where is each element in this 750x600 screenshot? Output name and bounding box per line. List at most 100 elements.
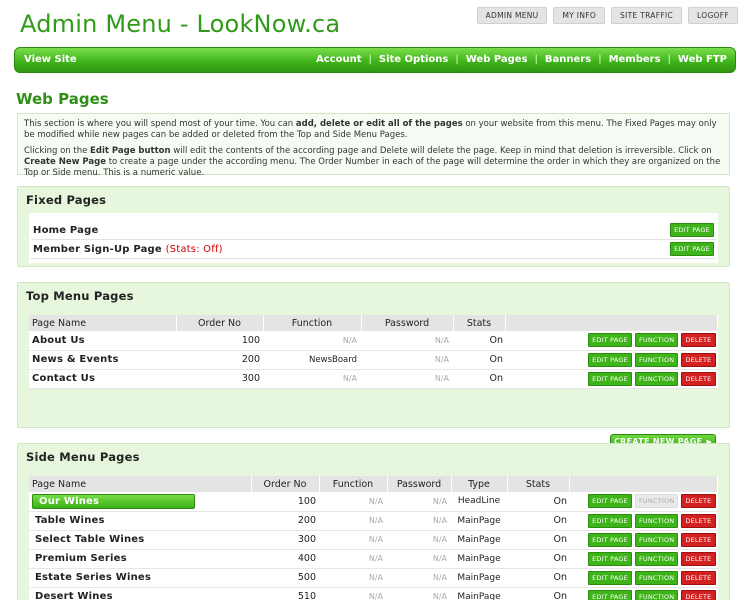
type-value: MainPage [451,568,507,588]
nav-members[interactable]: Members [609,54,661,65]
nav-web-pages[interactable]: Web Pages [466,54,528,65]
edit-page-button[interactable]: EDIT PAGE [670,242,714,256]
list-item: Home Page EDIT PAGE [31,221,716,240]
password-value: N/A [387,530,451,550]
fixed-pages-list: Home Page EDIT PAGE Member Sign-Up Page … [29,213,718,263]
table-row: Contact Us 300 N/A N/A On EDIT PAGE FUNC… [29,369,718,389]
column-header [505,315,718,331]
page-name: News & Events [29,350,176,370]
password-value: N/A [387,549,451,569]
order-no: 300 [251,530,319,550]
type-value: MainPage [451,587,507,600]
edit-page-button[interactable]: EDIT PAGE [588,589,632,600]
headline-pill[interactable]: Our Wines [32,493,195,509]
delete-button[interactable]: DELETE [681,570,716,585]
intro-paragraph-1: This section is where you will spend mos… [24,119,717,140]
logoff-link[interactable]: LOGOFF [688,7,738,24]
delete-button[interactable]: DELETE [681,589,716,600]
column-header: Order No [251,476,320,492]
edit-page-button[interactable]: EDIT PAGE [588,513,632,528]
stats-value: On [507,511,569,531]
function-button[interactable]: FUNCTION [634,532,679,547]
edit-page-button[interactable]: EDIT PAGE [588,494,632,509]
delete-button[interactable]: DELETE [681,551,716,566]
column-header: Stats [507,476,570,492]
edit-page-button[interactable]: EDIT PAGE [588,570,632,585]
stats-value: On [507,492,569,512]
view-site-link[interactable]: View Site [24,54,77,65]
edit-page-button[interactable]: EDIT PAGE [588,371,632,386]
nav-site-options[interactable]: Site Options [379,54,448,65]
order-no: 100 [176,331,263,351]
password-value: N/A [361,350,453,370]
password-value: N/A [387,587,451,600]
row-actions: EDIT PAGE FUNCTION DELETE [569,511,718,531]
main-navbar: View Site Account | Site Options | Web P… [14,47,736,73]
order-no: 200 [251,511,319,531]
order-no: 510 [251,587,319,600]
page-name: Premium Series [29,549,251,569]
row-actions: EDIT PAGE FUNCTION DELETE [505,369,718,389]
function-button[interactable]: FUNCTION [634,333,679,348]
page-name: Select Table Wines [29,530,251,550]
my-info-link[interactable]: MY INFO [553,7,606,24]
delete-button[interactable]: DELETE [681,494,716,509]
admin-menu-link[interactable]: ADMIN MENU [476,7,548,24]
type-value: MainPage [451,530,507,550]
order-no: 400 [251,549,319,569]
order-no: 200 [176,350,263,370]
page-name: Contact Us [29,369,176,389]
function-value: N/A [319,568,387,588]
password-value: N/A [361,369,453,389]
page-name: Our Wines [29,492,251,512]
edit-page-button[interactable]: EDIT PAGE [588,551,632,566]
column-header: Order No [176,315,264,331]
function-button[interactable]: FUNCTION [634,513,679,528]
function-button[interactable]: FUNCTION [634,551,679,566]
function-button[interactable]: FUNCTION [634,570,679,585]
password-value: N/A [387,492,451,512]
top-links: ADMIN MENU MY INFO SITE TRAFFIC LOGOFF [476,7,738,24]
edit-page-button[interactable]: EDIT PAGE [670,223,714,237]
delete-button[interactable]: DELETE [681,352,716,367]
delete-button[interactable]: DELETE [681,333,716,348]
function-value: N/A [319,511,387,531]
top-menu-table: Page Name Order No Function Password Sta… [29,315,718,389]
table-row: Our Wines 100 N/A N/A HeadLine On EDIT P… [29,492,718,512]
intro-paragraph-2: Clicking on the Edit Page button will ed… [24,146,721,178]
column-header: Type [451,476,508,492]
function-button[interactable]: FUNCTION [634,352,679,367]
column-header: Function [319,476,388,492]
delete-button[interactable]: DELETE [681,513,716,528]
password-value: N/A [361,331,453,351]
page-name: About Us [29,331,176,351]
password-value: N/A [387,568,451,588]
nav-account[interactable]: Account [316,54,361,65]
column-header [569,476,718,492]
row-actions: EDIT PAGE FUNCTION DELETE [569,549,718,569]
edit-page-button[interactable]: EDIT PAGE [588,532,632,547]
function-button[interactable]: FUNCTION [634,589,679,600]
stats-value: On [507,568,569,588]
delete-button[interactable]: DELETE [681,532,716,547]
delete-button[interactable]: DELETE [681,371,716,386]
row-actions: EDIT PAGE FUNCTION DELETE [505,350,718,370]
column-header: Stats [453,315,506,331]
column-header: Password [387,476,452,492]
table-row: News & Events 200 NewsBoard N/A On EDIT … [29,350,718,370]
table-row: Estate Series Wines 500 N/A N/A MainPage… [29,568,718,588]
side-menu-pages-title: Side Menu Pages [26,450,140,464]
table-row: Premium Series 400 N/A N/A MainPage On E… [29,549,718,569]
edit-page-button[interactable]: EDIT PAGE [588,333,632,348]
fixed-pages-panel: Fixed Pages Home Page EDIT PAGE Member S… [17,186,730,267]
column-header: Function [263,315,362,331]
nav-web-ftp[interactable]: Web FTP [678,54,727,65]
top-menu-pages-title: Top Menu Pages [26,289,134,303]
function-button[interactable]: FUNCTION [634,371,679,386]
nav-banners[interactable]: Banners [545,54,591,65]
site-traffic-link[interactable]: SITE TRAFFIC [611,7,683,24]
column-header: Page Name [29,315,177,331]
edit-page-button[interactable]: EDIT PAGE [588,352,632,367]
row-actions: EDIT PAGE FUNCTION DELETE [569,587,718,600]
type-value: MainPage [451,511,507,531]
